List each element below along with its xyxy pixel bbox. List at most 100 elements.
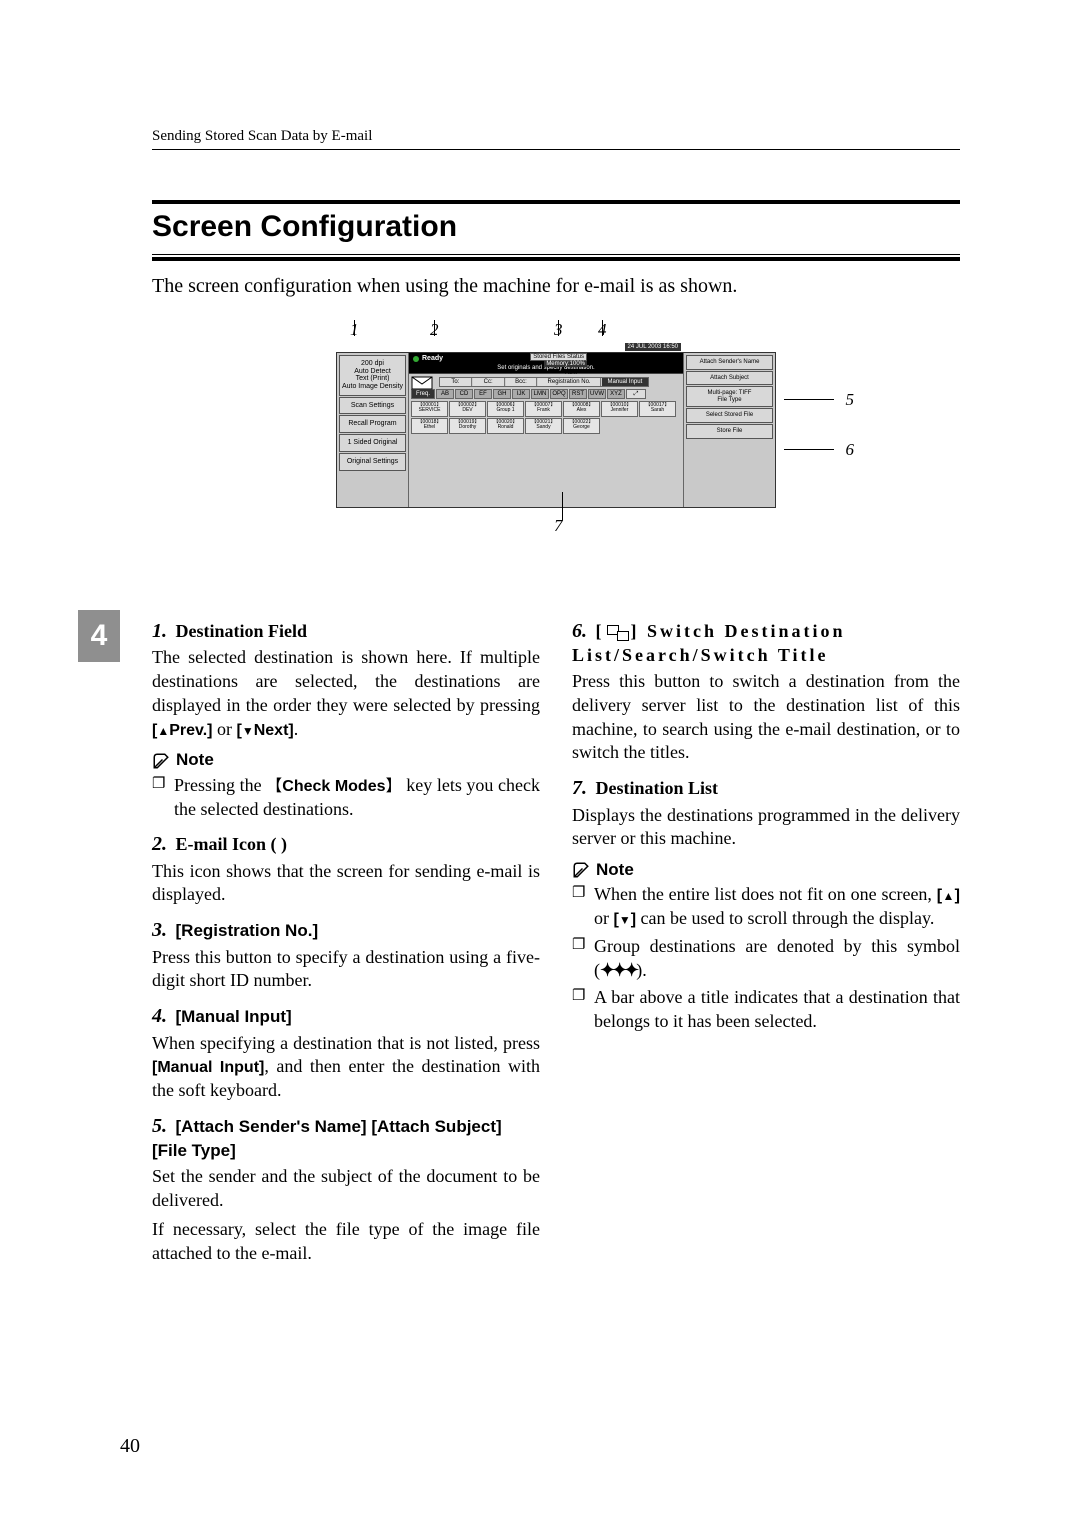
filter-uvw[interactable]: UVW bbox=[588, 389, 606, 399]
attach-subject-button[interactable]: Attach Subject bbox=[686, 371, 773, 386]
item-body: Press this button to switch a destinatio… bbox=[572, 670, 960, 765]
left-column: 1. Destination Field The selected destin… bbox=[152, 608, 540, 1272]
dest-item[interactable]: 【00006】 Group 1 bbox=[487, 401, 524, 417]
item-body: Press this button to specify a destinati… bbox=[152, 946, 540, 994]
item-body: Displays the destinations programmed in … bbox=[572, 804, 960, 852]
item-number: 7. bbox=[572, 777, 587, 799]
item-number: 3. bbox=[152, 919, 167, 941]
section-title: Screen Configuration bbox=[152, 200, 960, 250]
item-body: This icon shows that the screen for send… bbox=[152, 860, 540, 908]
filter-xyz[interactable]: XYZ bbox=[607, 389, 625, 399]
dest-item[interactable]: 【00019】 Dorothy bbox=[449, 418, 486, 434]
chapter-tab: 4 bbox=[78, 610, 120, 662]
filter-ijk[interactable]: IJK bbox=[512, 389, 530, 399]
callout-6: 6 bbox=[846, 440, 855, 460]
item-title: [Manual Input] bbox=[176, 1007, 292, 1026]
scan-summary[interactable]: 200 dpi Auto Detect Text (Print) Auto Im… bbox=[339, 355, 406, 396]
title-filter-row[interactable]: Freq. AB CD EF GH IJK LMN OPQ RST UVW XY… bbox=[411, 389, 681, 399]
item-number: 6. bbox=[572, 620, 587, 642]
datetime: 24 JUL 2003 16:50 bbox=[625, 343, 681, 351]
switch-icon bbox=[607, 625, 629, 641]
callout-7: 7 bbox=[554, 516, 563, 536]
lead-paragraph: The screen configuration when using the … bbox=[152, 275, 960, 298]
item-number: 4. bbox=[152, 1005, 167, 1027]
destination-field-tabs[interactable]: To: Cc: Bcc: Registration No. Manual Inp… bbox=[439, 377, 649, 387]
dest-item[interactable]: 【00018】 Ethel bbox=[411, 418, 448, 434]
main-panel: 24 JUL 2003 16:50 Ready Set originals an… bbox=[409, 353, 683, 507]
dest-item[interactable]: 【00010】 Jennifer bbox=[601, 401, 638, 417]
sided-original-button[interactable]: 1 Sided Original bbox=[339, 434, 406, 452]
ready-label: Ready bbox=[422, 355, 443, 362]
callout-top-row: 1 2 3 4 bbox=[336, 320, 776, 346]
filter-cd[interactable]: CD bbox=[455, 389, 473, 399]
callout-5: 5 bbox=[846, 390, 855, 410]
note-icon bbox=[152, 752, 170, 770]
note-item: A bar above a title indicates that a des… bbox=[572, 986, 960, 1034]
dest-item[interactable]: 【00002】 DEV bbox=[449, 401, 486, 417]
tab-cc[interactable]: Cc: bbox=[473, 378, 505, 386]
ready-dot-icon bbox=[413, 356, 419, 362]
store-file-button[interactable]: Store File bbox=[686, 424, 773, 439]
attach-sender-name-button[interactable]: Attach Sender's Name bbox=[686, 355, 773, 370]
note-list: When the entire list does not fit on one… bbox=[572, 883, 960, 1034]
item-body: The selected destination is shown here. … bbox=[152, 646, 540, 741]
page-number: 40 bbox=[120, 1435, 140, 1458]
filter-freq[interactable]: Freq. bbox=[411, 389, 435, 399]
note-heading: Note bbox=[152, 749, 540, 771]
filter-ab[interactable]: AB bbox=[436, 389, 454, 399]
dest-item[interactable]: 【00007】 Frank bbox=[525, 401, 562, 417]
filter-lmn[interactable]: LMN bbox=[531, 389, 549, 399]
note-label: Note bbox=[176, 749, 214, 771]
filter-opq[interactable]: OPQ bbox=[550, 389, 568, 399]
tab-manual-input[interactable]: Manual Input bbox=[602, 378, 648, 386]
screenshot-figure: 1 2 3 4 200 dpi Auto Detect Text (Print)… bbox=[152, 320, 960, 580]
item-body: If necessary, select the file type of th… bbox=[152, 1218, 540, 1266]
item-title: [Attach Sender's Name] [Attach Subject] … bbox=[152, 1117, 502, 1160]
note-heading: Note bbox=[572, 859, 960, 881]
item-title: Destination Field bbox=[176, 621, 308, 641]
item-number: 2. bbox=[152, 833, 167, 855]
filter-rst[interactable]: RST bbox=[569, 389, 587, 399]
dest-item[interactable]: 【00008】 Alex bbox=[563, 401, 600, 417]
right-column: 6. [] Switch Destination List/Search/Swi… bbox=[572, 608, 960, 1272]
running-head: Sending Stored Scan Data by E-mail bbox=[152, 128, 960, 150]
item-body: Set the sender and the subject of the do… bbox=[152, 1165, 540, 1213]
filter-ef[interactable]: EF bbox=[474, 389, 492, 399]
note-item: Pressing the Check Modes key lets you ch… bbox=[152, 774, 540, 822]
note-label: Note bbox=[596, 859, 634, 881]
item-title: [] Switch Destination List/Search/Switch… bbox=[572, 621, 846, 665]
item-body: When specifying a destination that is no… bbox=[152, 1032, 540, 1103]
dest-item[interactable]: 【00017】 Sarah bbox=[639, 401, 676, 417]
note-list: Pressing the Check Modes key lets you ch… bbox=[152, 774, 540, 822]
tab-bcc[interactable]: Bcc: bbox=[506, 378, 538, 386]
destination-list[interactable]: 【00001】 SERVICE 【00002】 DEV 【00006】 Grou… bbox=[411, 401, 681, 434]
tab-to[interactable]: To: bbox=[440, 378, 472, 386]
filter-gh[interactable]: GH bbox=[493, 389, 511, 399]
select-stored-file-button[interactable]: Select Stored File bbox=[686, 408, 773, 423]
item-title: [Registration No.] bbox=[176, 921, 319, 940]
item-title: E-mail Icon ( ) bbox=[176, 834, 288, 854]
file-type-button[interactable]: Multi-page: TIFF File Type bbox=[686, 386, 773, 407]
dest-item[interactable]: 【00001】 SERVICE bbox=[411, 401, 448, 417]
item-number: 1. bbox=[152, 620, 167, 642]
note-icon bbox=[572, 861, 590, 879]
scan-settings-button[interactable]: Scan Settings bbox=[339, 397, 406, 415]
original-settings-button[interactable]: Original Settings bbox=[339, 453, 406, 471]
group-icon: ✦✦✦ bbox=[600, 960, 636, 980]
dest-item[interactable]: 【00020】 Ronald bbox=[487, 418, 524, 434]
switch-destination-icon[interactable]: ⤢ bbox=[626, 389, 646, 399]
right-panel: Attach Sender's Name Attach Subject Mult… bbox=[683, 353, 775, 507]
dest-item[interactable]: 【00022】 George bbox=[563, 418, 600, 434]
memory-indicator: Memory:100% bbox=[544, 361, 587, 367]
note-item: Group destinations are denoted by this s… bbox=[572, 935, 960, 983]
body-columns: 1. Destination Field The selected destin… bbox=[152, 608, 960, 1272]
stored-files-status[interactable]: Stored Files Status bbox=[530, 353, 587, 361]
tab-registration-no[interactable]: Registration No. bbox=[538, 378, 601, 386]
email-icon bbox=[411, 376, 433, 390]
page: Sending Stored Scan Data by E-mail Scree… bbox=[0, 0, 1080, 1332]
item-title: Destination List bbox=[596, 778, 719, 798]
dest-item[interactable]: 【00021】 Sandy bbox=[525, 418, 562, 434]
recall-program-button[interactable]: Recall Program bbox=[339, 415, 406, 433]
note-item: When the entire list does not fit on one… bbox=[572, 883, 960, 931]
email-screen: 200 dpi Auto Detect Text (Print) Auto Im… bbox=[336, 352, 776, 508]
